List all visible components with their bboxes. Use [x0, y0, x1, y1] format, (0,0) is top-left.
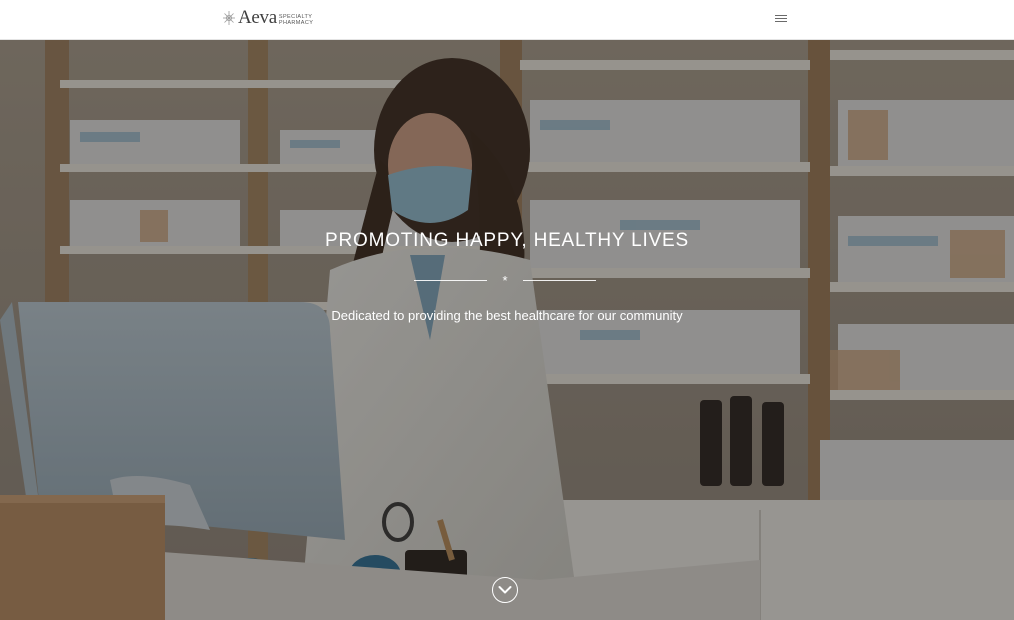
hero-title: PROMOTING HAPPY, HEALTHY LIVES — [325, 230, 689, 251]
hero-section: PROMOTING HAPPY, HEALTHY LIVES * Dedicat… — [0, 40, 1014, 620]
logo-subtitle-line2: PHARMACY — [278, 19, 314, 26]
logo-subtitle: SPECIALTY PHARMACY — [279, 14, 313, 26]
chevron-down-icon — [498, 586, 512, 594]
hamburger-menu-icon[interactable] — [771, 10, 791, 26]
logo-wordmark: Aeva — [238, 7, 277, 28]
menu-bar — [775, 17, 787, 19]
divider-star: * — [502, 273, 508, 288]
menu-bar — [775, 20, 787, 22]
site-header: Aeva SPECIALTY PHARMACY — [0, 0, 1014, 40]
logo-link[interactable]: Aeva SPECIALTY PHARMACY — [221, 8, 313, 28]
menu-bar — [775, 14, 787, 16]
hero-divider: * — [414, 273, 596, 289]
divider-line-left — [414, 280, 487, 281]
divider-line-right — [523, 280, 596, 281]
leaf-sun-icon — [223, 11, 235, 25]
scroll-down-button[interactable] — [492, 577, 518, 603]
hero-overlay — [0, 40, 1014, 620]
hero-subtitle: Dedicated to providing the best healthca… — [331, 308, 683, 323]
